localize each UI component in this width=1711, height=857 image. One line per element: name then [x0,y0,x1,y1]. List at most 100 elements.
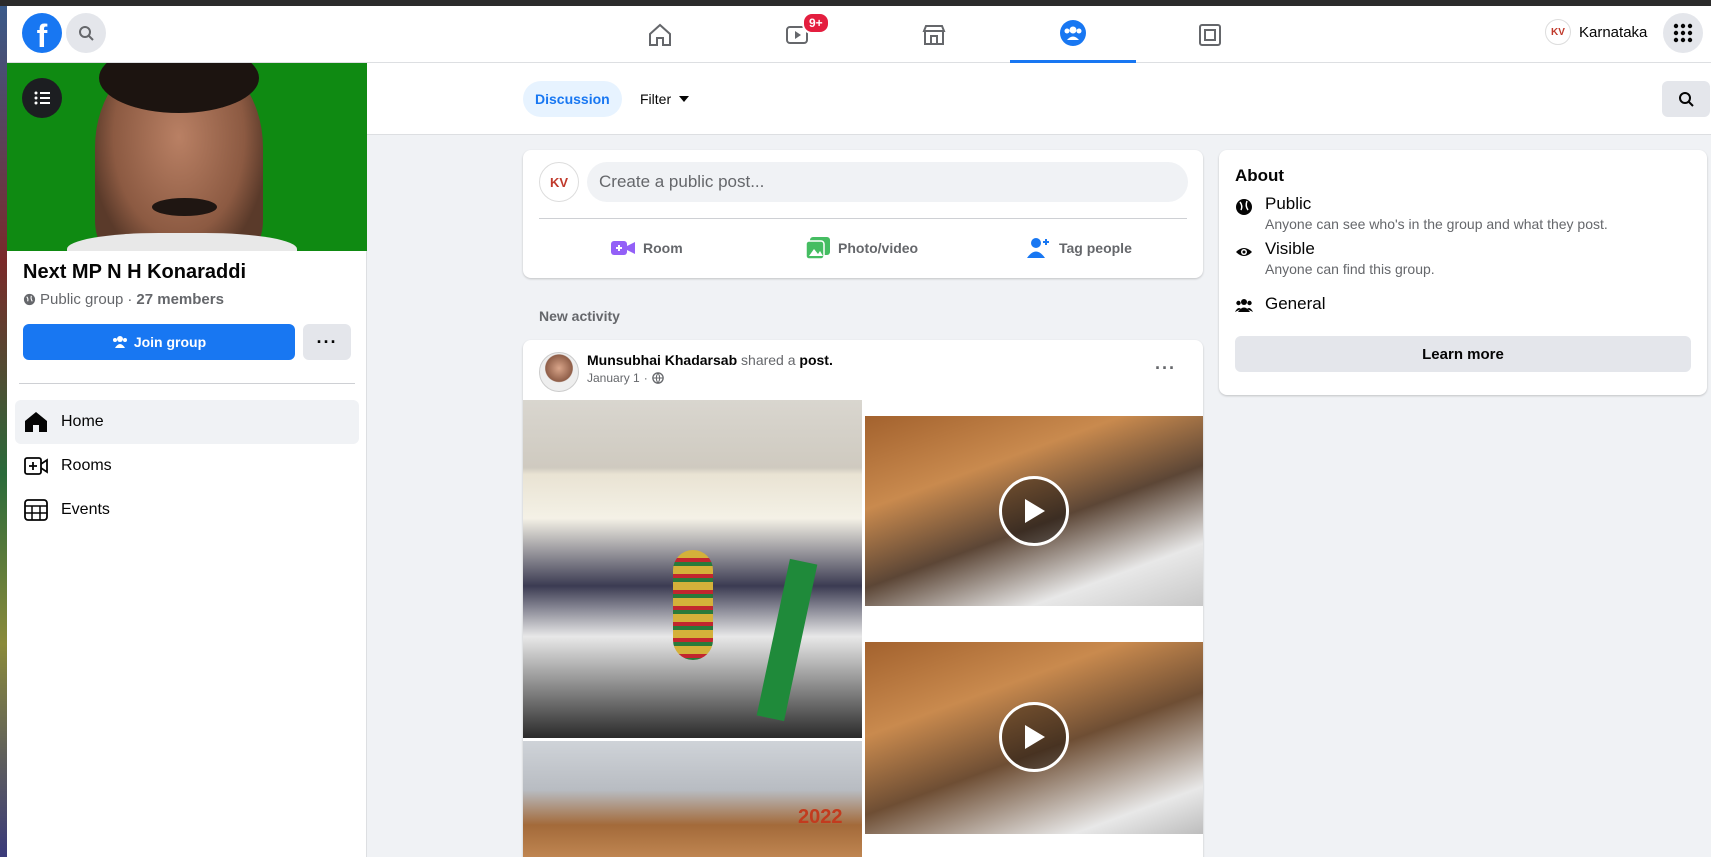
photo-scarf [756,558,818,722]
nav-tab-marketplace[interactable] [871,6,997,63]
composer-divider [539,218,1187,219]
notification-badge: 9+ [802,12,830,34]
photo-video-button[interactable]: Photo/video [806,230,918,266]
group-meta: Public group · 27 members [23,291,224,308]
grid-menu-icon [1673,23,1693,43]
post-author-name[interactable]: Munsubhai Khadarsab [587,352,737,368]
nav-tab-home[interactable] [597,6,723,63]
people-icon [1235,299,1253,312]
feed-post: Munsubhai Khadarsab shared a post. Janua… [523,340,1203,857]
banner-year: 2022 [798,806,843,828]
about-row-title: General [1265,294,1326,313]
post-video-2[interactable] [865,642,1203,834]
sidebar-item-rooms[interactable]: Rooms [15,444,359,488]
tag-people-label: Tag people [1059,240,1132,256]
meta-separator: · [127,291,133,308]
gaming-icon [1199,23,1221,46]
filter-dropdown[interactable]: Filter [632,81,697,117]
group-sidebar: Next MP N H Konaraddi Public group · 27 … [7,63,367,857]
top-navigation-bar: f 9+ KV Karnataka [7,6,1711,63]
marketplace-icon [922,24,946,45]
menu-button[interactable] [1663,13,1703,53]
post-timestamp: January 1 · [587,371,664,385]
post-video-1[interactable] [865,416,1203,606]
facebook-logo[interactable]: f [22,13,62,53]
post-date[interactable]: January 1 [587,371,640,385]
play-icon [1025,499,1045,523]
nav-tab-watch[interactable]: 9+ [734,6,860,63]
kv-voice-logo: KV [1545,19,1571,45]
about-row-title: Visible [1265,239,1315,258]
filter-label: Filter [640,91,672,107]
composer-avatar[interactable]: KV [539,162,579,202]
group-cover-photo[interactable] [7,63,367,251]
photo-garland [673,550,713,660]
home-icon [649,23,671,46]
group-name[interactable]: Next MP N H Konaraddi [23,261,246,284]
feed-section-label: New activity [539,308,620,324]
room-button[interactable]: Room [611,230,683,266]
profile-name: Karnataka [1579,23,1648,41]
groups-icon [1060,20,1086,46]
sidebar-toggle-button[interactable] [22,78,62,118]
learn-more-button[interactable]: Learn more [1235,336,1691,372]
post-photo-1[interactable] [523,400,862,738]
post-author-avatar[interactable] [539,352,579,392]
kv-voice-logo: KV [539,162,579,202]
date-separator: · [643,371,648,385]
post-composer: KV Create a public post... Room Photo/vi… [523,150,1203,278]
about-card: About Public Anyone can see who's in the… [1219,150,1707,395]
post-object-link[interactable]: post. [799,352,832,368]
about-title: About [1235,166,1285,185]
sidebar-item-home[interactable]: Home [15,400,359,444]
globe-icon [651,372,664,384]
sidebar-item-label: Events [61,501,110,518]
search-icon [1679,92,1694,107]
photo-icon [806,237,830,259]
group-search-button[interactable] [1662,81,1710,117]
group-more-button[interactable]: ··· [303,324,351,360]
post-photo-2[interactable]: 2022 [523,741,862,857]
globe-icon [23,293,36,306]
nav-tab-gaming[interactable] [1147,6,1273,63]
sidebar-item-events[interactable]: Events [15,488,359,532]
sidebar-item-label: Home [61,413,104,430]
cover-moustache [152,198,217,216]
group-members-link[interactable]: 27 members [136,291,224,308]
home-icon [25,412,47,432]
caret-down-icon [679,96,690,102]
about-row-subtitle: Anyone can see who's in the group and wh… [1265,216,1608,232]
list-icon [34,91,50,105]
about-row-general: General [1235,294,1325,314]
join-people-icon [112,336,127,348]
join-group-label: Join group [133,334,207,350]
tag-people-icon [1027,238,1049,258]
play-button[interactable] [999,702,1069,772]
events-icon [24,499,48,521]
about-row-title: Public [1265,194,1312,213]
post-action-text: shared a [741,352,796,368]
play-icon [1025,725,1045,749]
os-desktop-edge [0,6,7,857]
photo-gap [865,606,1203,642]
room-label: Room [643,240,683,256]
tab-discussion[interactable]: Discussion [523,81,622,117]
post-options-button[interactable]: ··· [1155,358,1176,379]
play-button[interactable] [999,476,1069,546]
group-tabs-bar: Discussion Filter [367,63,1711,135]
globe-icon [1236,199,1252,215]
create-post-input[interactable]: Create a public post... [587,162,1188,202]
search-icon [79,26,94,41]
profile-chip[interactable]: KV Karnataka [1545,19,1647,45]
join-group-button[interactable]: Join group [23,324,295,360]
tag-people-button[interactable]: Tag people [1027,230,1132,266]
nav-tab-groups[interactable] [1010,6,1136,63]
sidebar-item-label: Rooms [61,457,112,474]
video-room-icon [611,241,635,255]
eye-icon [1236,248,1252,256]
photo-video-label: Photo/video [838,240,919,256]
about-row-visible: Visible Anyone can find this group. [1235,239,1435,277]
sidebar-divider [19,383,355,384]
post-header: Munsubhai Khadarsab shared a post. [587,352,833,368]
search-button[interactable] [66,13,106,53]
